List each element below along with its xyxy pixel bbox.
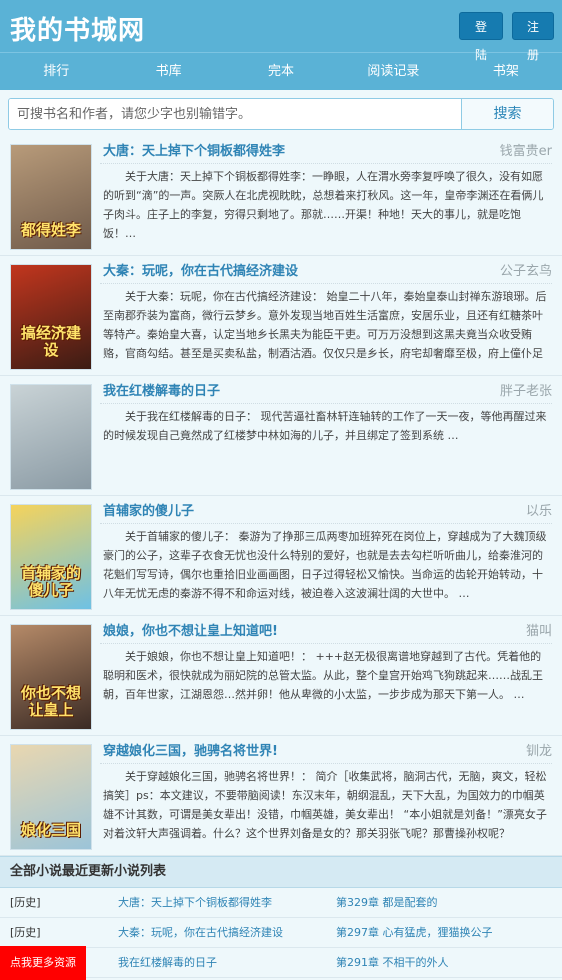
book-cover-image: 你也不想让皇上 (11, 625, 91, 729)
title-divider (100, 523, 552, 524)
title-divider (100, 283, 552, 284)
book-item[interactable]: 都得姓李 大唐：天上掉下个铜板都得姓李 钱富贵er 关于大唐：天上掉下个铜板都得姓李：… (0, 136, 562, 256)
update-chapter-link[interactable]: 第297章 心有猛虎，狸猫换公子 (336, 918, 493, 948)
update-chapter-link[interactable]: 第291章 不相干的外人 (336, 948, 449, 978)
book-author[interactable]: 胖子老张 (500, 380, 552, 399)
site-header: 我的书城网 登陆 注册 (0, 0, 562, 62)
book-title[interactable]: 大唐：天上掉下个铜板都得姓李 (103, 140, 285, 159)
book-author[interactable]: 钱富贵er (500, 140, 552, 159)
book-item[interactable]: 我在红楼解毒的日子 胖子老张关于我在红楼解毒的日子： 现代苦逼社畜林轩连轴转的工作… (0, 376, 562, 496)
nav-item-history[interactable]: 阅读记录 (337, 53, 449, 90)
register-button[interactable]: 注册 (512, 12, 554, 62)
search-button[interactable]: 搜索 (461, 99, 553, 129)
book-description: 关于大唐：天上掉下个铜板都得姓李：一睁眼，人在渭水旁李复呼唤了很久，没有如愿的听… (103, 170, 544, 240)
update-category: [历史] (10, 926, 41, 939)
update-category: [历史] (10, 896, 41, 909)
book-title[interactable]: 我在红楼解毒的日子 (103, 380, 220, 399)
update-book-link[interactable]: 大秦：玩呢，你在古代搞经济建设 (118, 918, 283, 948)
login-button[interactable]: 登陆 (459, 12, 503, 62)
book-description: 关于娘娘，你也不想让皇上知道吧！： +++赵无极很离谱地穿越到了古代。凭着他的聪… (103, 650, 543, 701)
book-title[interactable]: 大秦：玩呢，你在古代搞经济建设 (103, 260, 298, 279)
book-item[interactable]: 首辅家的傻儿子 首辅家的傻儿子 以乐 关于首辅家的傻儿子： 秦游为了挣那三瓜两枣加班猝… (0, 496, 562, 616)
book-cover[interactable]: 娘化三国 (10, 744, 92, 850)
book-cover[interactable]: 搞经济建设 (10, 264, 92, 370)
book-cover-title: 搞经济建设 (20, 324, 81, 359)
title-divider (100, 403, 552, 404)
book-cover-image: 都得姓李 (11, 145, 91, 249)
update-book-link[interactable]: 我在红楼解毒的日子 (118, 948, 217, 978)
search-input[interactable] (9, 99, 461, 129)
book-title[interactable]: 娘娘，你也不想让皇上知道吧! (103, 620, 278, 639)
book-cover-image: 首辅家的傻儿子 (11, 505, 91, 609)
nav-item-bookshelf[interactable]: 书架 (450, 53, 562, 90)
book-list: 都得姓李 大唐：天上掉下个铜板都得姓李 钱富贵er 关于大唐：天上掉下个铜板都得姓李：… (0, 136, 562, 856)
book-cover-image: 搞经济建设 (11, 265, 91, 369)
updates-heading: 全部小说最近更新小说列表 (0, 856, 562, 888)
book-description: 关于穿越娘化三国，驰骋名将世界！： 简介［收集武将，脑洞古代，无脑，爽文，轻松搞… (103, 770, 547, 840)
book-cover[interactable]: 你也不想让皇上 (10, 624, 92, 730)
search-bar: 搜索 (8, 98, 554, 130)
book-cover-title: 你也不想让皇上 (20, 684, 81, 719)
book-cover-title: 娘化三国 (20, 821, 81, 839)
book-item[interactable]: 娘化三国 穿越娘化三国，驰骋名将世界! 钏龙关于穿越娘化三国，驰骋名将世界！： 简介… (0, 736, 562, 856)
book-title[interactable]: 首辅家的傻儿子 (103, 500, 194, 519)
book-author[interactable]: 公子玄鸟 (500, 260, 552, 279)
update-book-link[interactable]: 大唐：天上掉下个铜板都得姓李 (118, 888, 272, 918)
book-cover-title: 都得姓李 (20, 221, 81, 239)
title-divider (100, 763, 552, 764)
book-item[interactable]: 搞经济建设 大秦：玩呢，你在古代搞经济建设 公子玄鸟关于大秦：玩呢，你在古代搞经济建… (0, 256, 562, 376)
book-cover[interactable]: 都得姓李 (10, 144, 92, 250)
book-author[interactable]: 猫叫 (526, 620, 552, 639)
update-row: [历史] 大唐：天上掉下个铜板都得姓李 第329章 都是配套的 (0, 888, 562, 918)
book-description: 关于我在红楼解毒的日子： 现代苦逼社畜林轩连轴转的工作了一天一夜，等他再醒过来的… (103, 410, 547, 442)
book-cover-image (11, 385, 91, 489)
book-description: 关于首辅家的傻儿子： 秦游为了挣那三瓜两枣加班猝死在岗位上，穿越成为了大魏顶级豪… (103, 530, 547, 600)
book-author[interactable]: 钏龙 (526, 740, 552, 759)
book-cover-title: 首辅家的傻儿子 (20, 564, 81, 599)
nav-item-library[interactable]: 书库 (112, 53, 224, 90)
nav-item-completed[interactable]: 完本 (225, 53, 337, 90)
book-cover[interactable]: 首辅家的傻儿子 (10, 504, 92, 610)
title-divider (100, 163, 552, 164)
nav-item-rank[interactable]: 排行 (0, 53, 112, 90)
book-title[interactable]: 穿越娘化三国，驰骋名将世界! (103, 740, 278, 759)
update-row: [历史] 大秦：玩呢，你在古代搞经济建设 第297章 心有猛虎，狸猫换公子 (0, 918, 562, 948)
update-chapter-link[interactable]: 第329章 都是配套的 (336, 888, 438, 918)
book-cover-image: 娘化三国 (11, 745, 91, 849)
book-description: 关于大秦：玩呢，你在古代搞经济建设： 始皇二十八年，秦始皇泰山封禅东游琅琊。后至… (103, 290, 547, 360)
more-resources-badge[interactable]: 点我更多资源 (0, 946, 86, 980)
book-author[interactable]: 以乐 (526, 500, 552, 519)
book-item[interactable]: 你也不想让皇上 娘娘，你也不想让皇上知道吧! 猫叫关于娘娘，你也不想让皇上知道吧！：… (0, 616, 562, 736)
book-cover[interactable] (10, 384, 92, 490)
site-logo[interactable]: 我的书城网 (10, 10, 145, 47)
title-divider (100, 643, 552, 644)
